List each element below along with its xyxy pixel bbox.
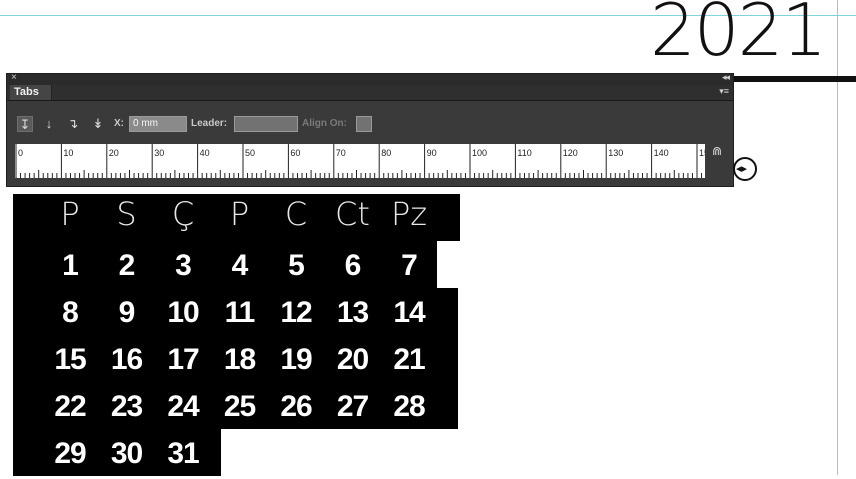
vertical-guide-line — [837, 0, 838, 475]
weekday-row: P S Ç P C Ct Pz — [13, 194, 460, 241]
ruler-tick-label: 40 — [200, 148, 210, 158]
calendar-day: 16 — [110, 343, 143, 376]
calendar-day: 10 — [167, 296, 199, 329]
panel-title-bar[interactable]: × ◂◂ — [7, 72, 733, 85]
ruler-tick-label: 30 — [154, 148, 164, 158]
weekday-label: S — [116, 195, 137, 233]
week-row: 29 30 31 — [13, 429, 221, 476]
ruler-tick-label: 60 — [290, 148, 300, 158]
close-icon[interactable]: × — [11, 72, 17, 83]
year-heading: 2021 — [650, 0, 827, 72]
leader-label: Leader: — [191, 118, 228, 129]
align-on-input[interactable] — [356, 116, 372, 132]
center-justified-tab-button[interactable]: ↓ — [41, 116, 57, 132]
ruler-tick-label: 50 — [245, 148, 255, 158]
ruler-tick-label: 80 — [381, 148, 391, 158]
weekday-label: P — [229, 195, 250, 233]
calendar-day: 2 — [118, 249, 136, 282]
tab-ruler[interactable]: 0 10 20 30 40 50 60 70 80 90 100 110 120 130 140 150 — [15, 144, 705, 178]
calendar-day: 28 — [393, 390, 425, 423]
x-position-label: X: — [114, 118, 124, 129]
ruler-tick-label: 120 — [563, 148, 578, 158]
ruler-tick-label: 0 — [18, 148, 23, 158]
tab-tabs[interactable]: Tabs — [10, 85, 52, 100]
center-justified-tab-icon: ↓ — [45, 116, 53, 131]
ruler-tick-label: 10 — [63, 148, 73, 158]
calendar-day: 31 — [167, 437, 199, 470]
week-row: 22 23 24 25 26 27 28 — [13, 382, 458, 429]
right-justified-tab-icon: ↴ — [67, 116, 79, 131]
leader-input[interactable] — [234, 116, 298, 132]
calendar-day: 24 — [167, 390, 199, 423]
weekday-label: Ç — [171, 195, 195, 233]
calendar-day: 9 — [118, 296, 136, 329]
calendar-day: 6 — [344, 249, 362, 282]
calendar-day: 8 — [62, 296, 79, 329]
ruler-tick-label: 70 — [336, 148, 346, 158]
calendar-day: 26 — [280, 390, 312, 423]
calendar-day: 1 — [62, 249, 79, 282]
x-position-input[interactable]: 0 mm — [129, 116, 187, 132]
week-row: 15 16 17 18 19 20 21 — [13, 335, 458, 382]
tabs-panel: × ◂◂ Tabs ▾≡ ↧ ↓ ↴ ↡ X: 0 mm Leader: Ali… — [6, 72, 734, 187]
calendar-day: 7 — [401, 249, 418, 282]
calendar-day: 4 — [231, 249, 249, 282]
left-justified-tab-icon: ↧ — [19, 117, 31, 132]
ruler-tick-label: 100 — [472, 148, 487, 158]
right-justified-tab-button[interactable]: ↴ — [65, 116, 81, 132]
calendar-day: 30 — [110, 437, 143, 470]
ruler-scale: 0 10 20 30 40 50 60 70 80 90 100 110 120 130 140 150 — [15, 144, 705, 178]
resize-cursor-icon: ◂▸ — [733, 157, 757, 181]
calendar-day: 25 — [223, 390, 256, 423]
ruler-tick-label: 110 — [517, 148, 531, 158]
calendar-day: 13 — [336, 296, 369, 329]
ruler-tick-label: 140 — [654, 148, 669, 158]
align-to-decimal-tab-icon: ↡ — [92, 116, 104, 131]
calendar-day: 21 — [393, 343, 425, 376]
ruler-tick-label: 130 — [608, 148, 623, 158]
panel-menu-icon[interactable]: ▾≡ — [719, 86, 729, 97]
calendar-day: 3 — [175, 249, 192, 282]
calendar-day: 5 — [288, 249, 305, 282]
panel-tab-row: Tabs ▾≡ — [7, 85, 733, 101]
collapse-panel-icon[interactable]: ◂◂ — [722, 72, 730, 83]
left-justified-tab-button[interactable]: ↧ — [17, 116, 33, 132]
calendar-day: 27 — [336, 390, 369, 423]
ruler-tick-label: 20 — [109, 148, 119, 158]
calendar-day: 22 — [54, 390, 86, 423]
calendar-day: 17 — [167, 343, 199, 376]
calendar-day: 23 — [110, 390, 143, 423]
weekday-label: Pz — [390, 195, 428, 233]
calendar-day: 20 — [336, 343, 369, 376]
calendar-day: 11 — [224, 296, 256, 329]
ruler-tick-label: 90 — [427, 148, 437, 158]
position-panel-above-frame-icon[interactable]: ⋒ — [710, 144, 724, 158]
calendar-day: 19 — [280, 343, 312, 376]
ruler-tick-label: 150 — [699, 148, 705, 158]
week-row: 1 2 3 4 5 6 7 — [13, 241, 437, 288]
weekday-label: Ct — [335, 195, 370, 233]
weekday-label: C — [284, 195, 308, 233]
align-on-label: Align On: — [302, 118, 347, 129]
decimal-tab-button[interactable]: ↡ — [90, 116, 106, 132]
calendar-day: 14 — [393, 296, 425, 329]
weekday-label: P — [60, 195, 80, 233]
calendar-day: 12 — [280, 296, 312, 329]
calendar-day: 29 — [54, 437, 86, 470]
calendar-day: 18 — [223, 343, 256, 376]
week-row: 8 9 10 11 12 13 14 — [13, 288, 458, 335]
calendar-day: 15 — [54, 343, 86, 376]
